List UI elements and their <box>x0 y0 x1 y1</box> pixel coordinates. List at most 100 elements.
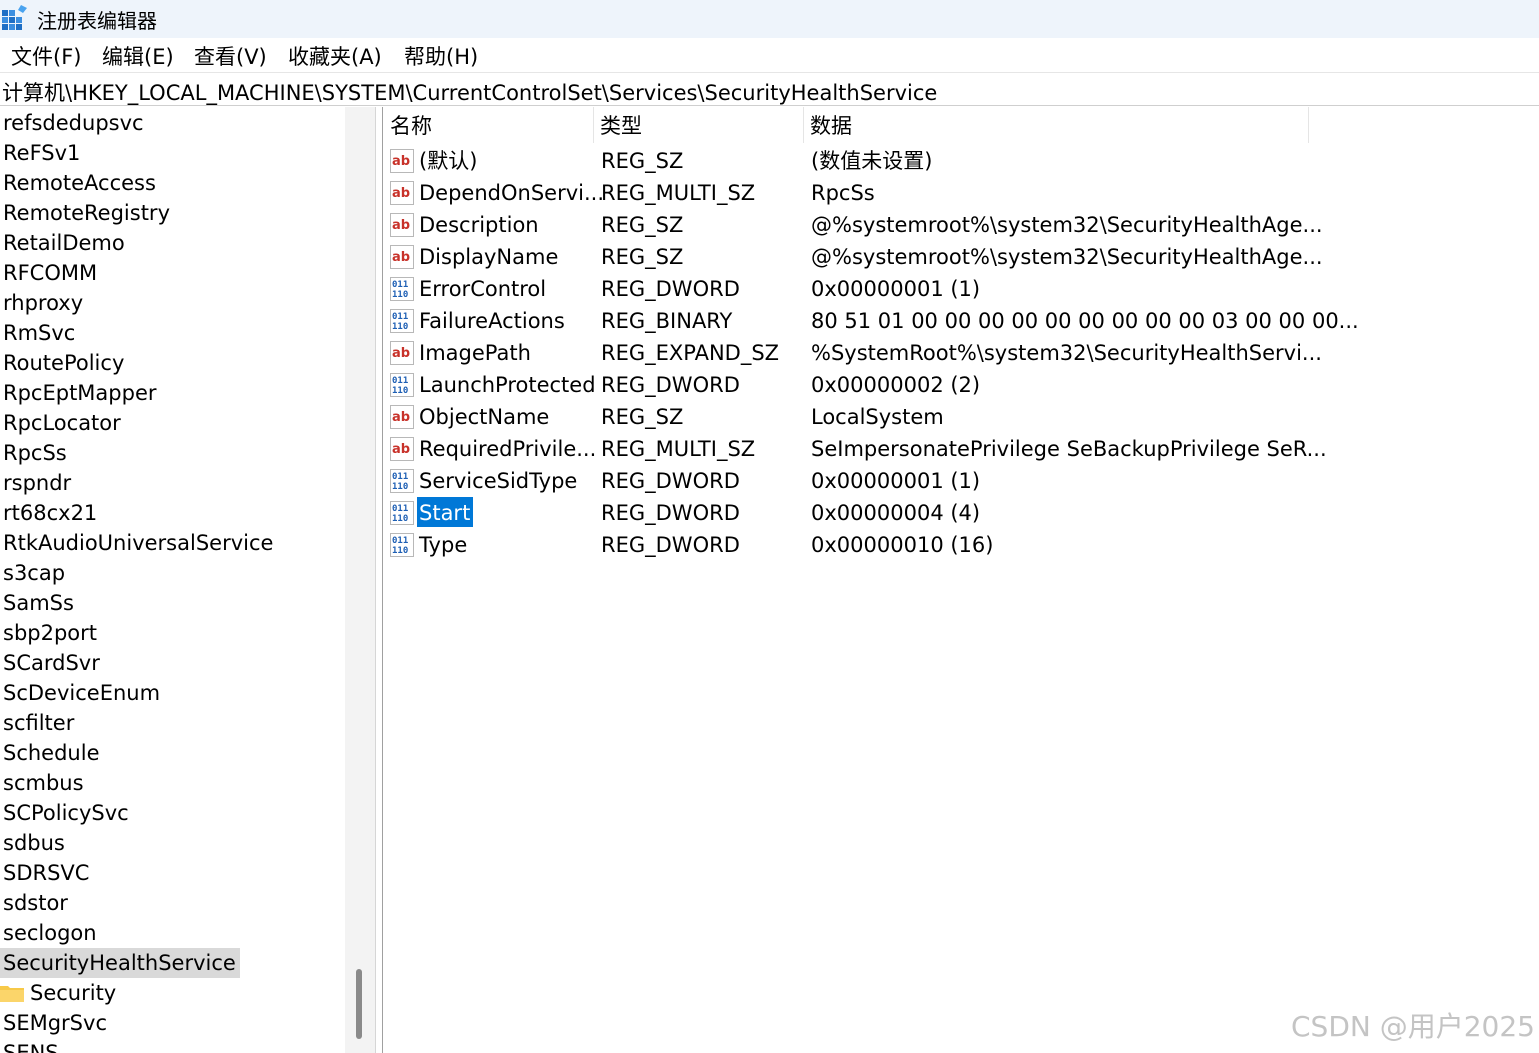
value-row[interactable]: ab (默认) REG_SZ (数值未设置) <box>384 145 1314 177</box>
tree-item[interactable]: RFCOMM <box>0 258 97 288</box>
tree-item[interactable]: sdbus <box>0 828 65 858</box>
value-data: LocalSystem <box>811 405 944 429</box>
svg-text:ab: ab <box>392 186 410 201</box>
value-data: 0x00000001 (1) <box>811 277 981 301</box>
address-bar[interactable]: 计算机\HKEY_LOCAL_MACHINE\SYSTEM\CurrentCon… <box>0 72 1539 106</box>
tree-item[interactable]: scmbus <box>0 768 84 798</box>
tree-item[interactable]: SDRSVC <box>0 858 89 888</box>
tree-item[interactable]: rspndr <box>0 468 71 498</box>
menu-help[interactable]: 帮助(H) <box>403 41 479 71</box>
values-list[interactable]: 名称 类型 数据 ab (默认) REG_SZ (数值未设置) ab Depen… <box>384 107 1539 1053</box>
string-value-icon: ab <box>390 245 414 269</box>
svg-text:110: 110 <box>392 482 408 492</box>
tree-item[interactable]: s3cap <box>0 558 65 588</box>
tree-item[interactable]: RpcLocator <box>0 408 121 438</box>
value-data: 0x00000010 (16) <box>811 533 994 557</box>
svg-text:110: 110 <box>392 290 408 300</box>
value-row[interactable]: 011 110 LaunchProtected REG_DWORD 0x00000… <box>384 369 1314 401</box>
value-type: REG_MULTI_SZ <box>601 437 756 461</box>
value-name: FailureActions <box>419 309 565 333</box>
pane-splitter[interactable] <box>375 107 383 1053</box>
tree-item[interactable]: RpcSs <box>0 438 67 468</box>
tree-item[interactable]: Schedule <box>0 738 100 768</box>
value-row[interactable]: 011 110 ServiceSidType REG_DWORD 0x000000… <box>384 465 1314 497</box>
value-row[interactable]: ab ObjectName REG_SZ LocalSystem <box>384 401 1314 433</box>
svg-text:110: 110 <box>392 322 408 332</box>
value-data: (数值未设置) <box>811 149 933 173</box>
tree-item[interactable]: scfilter <box>0 708 74 738</box>
value-row[interactable]: ab DependOnServi... REG_MULTI_SZ RpcSs <box>384 177 1314 209</box>
address-path[interactable]: 计算机\HKEY_LOCAL_MACHINE\SYSTEM\CurrentCon… <box>2 77 937 107</box>
value-name: RequiredPrivile... <box>419 437 597 461</box>
string-value-icon: ab <box>390 181 414 205</box>
value-row[interactable]: ab ImagePath REG_EXPAND_SZ %SystemRoot%\… <box>384 337 1322 369</box>
tree-item[interactable]: sbp2port <box>0 618 97 648</box>
string-value-icon: ab <box>390 149 414 173</box>
svg-text:110: 110 <box>392 546 408 556</box>
tree-item[interactable]: refsdedupsvc <box>0 108 144 138</box>
value-row[interactable]: ab DisplayName REG_SZ @%systemroot%\syst… <box>384 241 1323 273</box>
svg-text:ab: ab <box>392 154 410 169</box>
svg-text:011: 011 <box>392 312 408 322</box>
menu-favorites[interactable]: 收藏夹(A) <box>287 41 383 71</box>
string-value-icon: ab <box>390 213 414 237</box>
value-data: %SystemRoot%\system32\SecurityHealthServ… <box>811 341 1322 365</box>
menu-bar: 文件(F) 编辑(E) 查看(V) 收藏夹(A) 帮助(H) <box>0 38 1539 72</box>
tree-item[interactable]: SCardSvr <box>0 648 100 678</box>
tree-item[interactable]: RmSvc <box>0 318 75 348</box>
menu-edit[interactable]: 编辑(E) <box>101 41 175 71</box>
value-row[interactable]: 011 110 Type REG_DWORD 0x00000010 (16) <box>384 529 1314 561</box>
tree-item[interactable]: rhproxy <box>0 288 83 318</box>
column-header-data[interactable]: 数据 <box>804 107 1309 143</box>
value-name: Description <box>419 213 539 237</box>
tree-item[interactable]: RtkAudioUniversalService <box>0 528 273 558</box>
tree-item[interactable]: RpcEptMapper <box>0 378 157 408</box>
value-row[interactable]: ab RequiredPrivile... REG_MULTI_SZ SeImp… <box>384 433 1327 465</box>
binary-value-icon: 011110 <box>390 469 414 493</box>
tree-item[interactable]: SENS <box>0 1038 59 1053</box>
value-type: REG_SZ <box>601 405 684 429</box>
tree-item[interactable]: rt68cx21 <box>0 498 97 528</box>
menu-view[interactable]: 查看(V) <box>193 41 268 71</box>
value-type: REG_SZ <box>601 213 684 237</box>
tree-item[interactable]: SEMgrSvc <box>0 1008 107 1038</box>
tree-item[interactable]: ReFSv1 <box>0 138 80 168</box>
value-row-selected[interactable]: 011 110 Start REG_DWORD 0x00000004 (4) <box>384 497 1314 529</box>
tree-item[interactable]: SCPolicySvc <box>0 798 129 828</box>
value-row[interactable]: ab Description REG_SZ @%systemroot%\syst… <box>384 209 1323 241</box>
svg-text:011: 011 <box>392 376 408 386</box>
column-header-type[interactable]: 类型 <box>594 107 804 143</box>
value-type: REG_BINARY <box>601 309 733 333</box>
tree-item[interactable]: SamSs <box>0 588 74 618</box>
tree-item[interactable]: RoutePolicy <box>0 348 124 378</box>
value-data: SeImpersonatePrivilege SeBackupPrivilege… <box>811 437 1327 461</box>
value-data: 0x00000002 (2) <box>811 373 981 397</box>
title-bar: 注册表编辑器 <box>0 0 1539 38</box>
tree-scrollbar[interactable] <box>345 107 375 1053</box>
binary-value-icon: 011110 <box>390 309 414 333</box>
svg-text:ab: ab <box>392 250 410 265</box>
value-data: 0x00000001 (1) <box>811 469 981 493</box>
value-row[interactable]: 011 110 ErrorControl REG_DWORD 0x00000001… <box>384 273 1314 305</box>
tree-item[interactable]: RemoteAccess <box>0 168 156 198</box>
scrollbar-thumb[interactable] <box>356 969 362 1039</box>
tree-item[interactable]: seclogon <box>0 918 97 948</box>
tree-item[interactable]: RetailDemo <box>0 228 125 258</box>
binary-value-icon: 011110 <box>390 501 414 525</box>
value-data: 0x00000004 (4) <box>811 501 981 525</box>
svg-text:ab: ab <box>392 442 410 457</box>
tree-item-selected[interactable]: SecurityHealthService <box>0 948 240 978</box>
tree-item[interactable]: ScDeviceEnum <box>0 678 160 708</box>
value-row[interactable]: 011 110 FailureActions REG_BINARY 80 51 0… <box>384 305 1359 337</box>
tree-item[interactable]: RemoteRegistry <box>0 198 170 228</box>
column-header-name[interactable]: 名称 <box>384 107 594 143</box>
value-name: ObjectName <box>419 405 550 429</box>
key-tree[interactable]: refsdedupsvc ReFSv1 RemoteAccess RemoteR… <box>0 107 345 1053</box>
menu-file[interactable]: 文件(F) <box>10 41 82 71</box>
value-type: REG_DWORD <box>601 501 740 525</box>
svg-text:ab: ab <box>392 410 410 425</box>
svg-text:ab: ab <box>392 346 410 361</box>
tree-item[interactable]: sdstor <box>0 888 68 918</box>
value-name: Start <box>417 497 474 527</box>
value-type: REG_SZ <box>601 245 684 269</box>
